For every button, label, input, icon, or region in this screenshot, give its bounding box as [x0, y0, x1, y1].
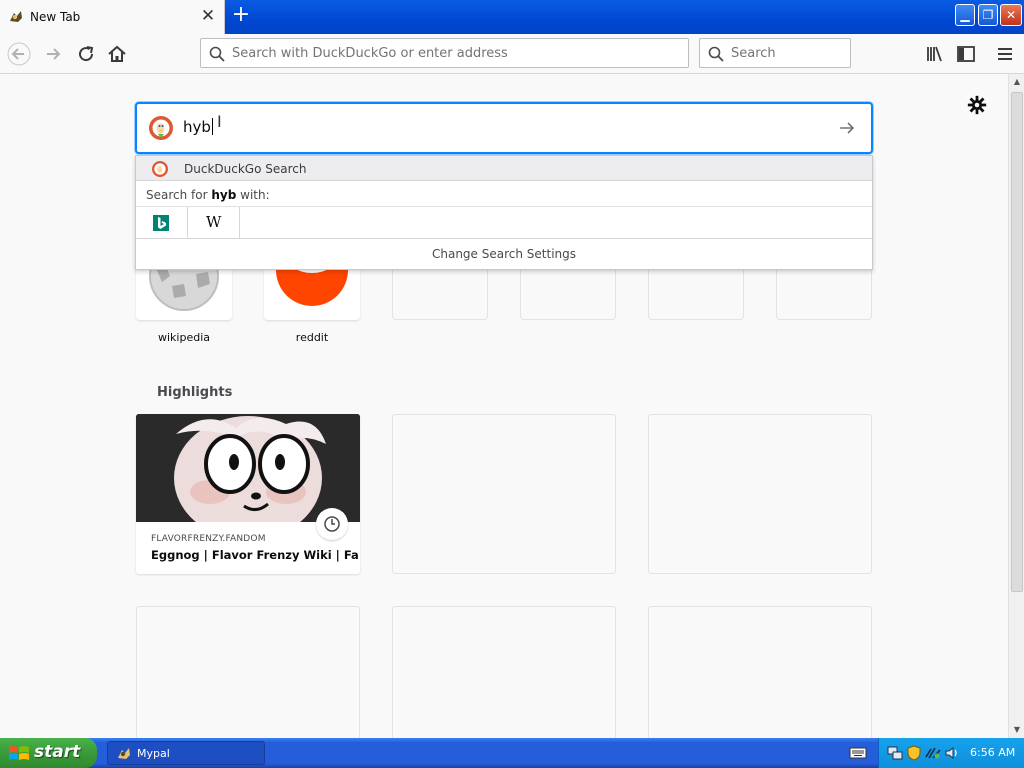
- duckduckgo-icon: [149, 116, 173, 140]
- highlight-title: Eggnog | Flavor Frenzy Wiki | Fa...: [151, 548, 360, 562]
- gear-icon[interactable]: [966, 94, 988, 116]
- scroll-down-arrow-icon[interactable]: ▼: [1009, 722, 1024, 738]
- text-cursor-icon: I: [217, 112, 222, 131]
- search-bar[interactable]: [699, 38, 851, 68]
- bing-icon: [153, 215, 169, 231]
- search-suggestions-popup: DuckDuckGo Search Search for hyb with: W…: [135, 155, 873, 270]
- connection-icon[interactable]: [925, 745, 941, 761]
- url-input[interactable]: [232, 44, 672, 62]
- scrollbar-thumb[interactable]: [1011, 92, 1023, 592]
- taskbar-item-label: Mypal: [137, 747, 170, 760]
- home-icon[interactable]: [105, 42, 129, 66]
- taskbar-item-mypal[interactable]: Mypal: [107, 741, 265, 765]
- nav-toolbar: [0, 34, 1024, 74]
- search-query-text: hyb: [183, 118, 213, 136]
- new-tab-plus-icon[interactable]: +: [229, 4, 253, 28]
- clock-icon: [316, 508, 348, 540]
- highlight-empty: [648, 606, 872, 738]
- windows-flag-icon: [9, 746, 29, 760]
- highlight-empty: [648, 414, 872, 574]
- search-for-with-label: Search for hyb with:: [146, 188, 270, 202]
- top-site-label: wikipedia: [157, 331, 210, 344]
- highlight-thumbnail: [136, 414, 360, 522]
- tab-new-tab[interactable]: New Tab ✕: [0, 0, 225, 34]
- volume-icon[interactable]: [944, 745, 960, 761]
- start-label: start: [34, 742, 81, 762]
- highlight-host: FLAVORFRENZY.FANDOM: [151, 534, 266, 544]
- library-icon[interactable]: [922, 42, 946, 66]
- wikipedia-icon: W: [206, 213, 222, 231]
- close-window-button[interactable]: ✕: [1000, 4, 1022, 26]
- sidebar-toggle-icon[interactable]: [954, 42, 978, 66]
- go-arrow-icon[interactable]: [837, 118, 857, 138]
- highlight-empty: [136, 606, 360, 738]
- mypal-icon: [118, 748, 130, 759]
- vertical-scrollbar[interactable]: ▲ ▼: [1008, 74, 1024, 738]
- engine-bing-button[interactable]: [136, 207, 188, 239]
- url-bar[interactable]: [200, 38, 689, 68]
- top-site-label: reddit: [295, 331, 329, 344]
- hamburger-menu-icon[interactable]: [993, 42, 1017, 66]
- forward-arrow-icon[interactable]: [41, 42, 65, 66]
- engine-wikipedia-button[interactable]: W: [188, 207, 240, 239]
- highlight-card[interactable]: FLAVORFRENZY.FANDOM Eggnog | Flavor Fren…: [136, 414, 360, 574]
- highlight-empty: [392, 606, 616, 738]
- taskbar: start Mypal 6:56 AM: [0, 738, 1024, 768]
- search-input[interactable]: [731, 44, 841, 62]
- tab-title: New Tab: [30, 10, 81, 24]
- back-arrow-icon[interactable]: [7, 42, 31, 66]
- highlight-empty: [392, 414, 616, 574]
- taskbar-clock: 6:56 AM: [970, 746, 1016, 759]
- change-search-settings-link[interactable]: Change Search Settings: [136, 247, 872, 261]
- close-tab-icon[interactable]: ✕: [199, 7, 217, 25]
- search-icon: [708, 46, 724, 62]
- system-tray: 6:56 AM: [878, 738, 1024, 768]
- network-icon[interactable]: [887, 745, 903, 761]
- suggestion-duckduckgo[interactable]: DuckDuckGo Search: [136, 156, 872, 181]
- minimize-window-button[interactable]: ▁: [955, 4, 975, 26]
- text-caret: [211, 118, 213, 135]
- title-bar: New Tab ✕ + ▁ ❐ ✕: [0, 0, 1024, 34]
- scroll-up-arrow-icon[interactable]: ▲: [1009, 74, 1024, 90]
- duckduckgo-icon: [152, 161, 168, 177]
- keyboard-icon[interactable]: [849, 745, 867, 761]
- newtab-search-box[interactable]: hyb I: [135, 102, 873, 154]
- one-off-engines: W: [136, 206, 872, 239]
- search-icon: [209, 46, 225, 62]
- mypal-favicon-icon: [10, 11, 22, 22]
- reload-icon[interactable]: [74, 42, 98, 66]
- newtab-page: wikipedia reddit Highlights FLAVORFRENZY…: [0, 74, 1008, 738]
- suggestion-label: DuckDuckGo Search: [184, 162, 307, 176]
- security-shield-icon[interactable]: [906, 745, 922, 761]
- highlights-heading: Highlights: [157, 385, 233, 400]
- restore-window-button[interactable]: ❐: [978, 4, 998, 26]
- start-button[interactable]: start: [0, 738, 97, 768]
